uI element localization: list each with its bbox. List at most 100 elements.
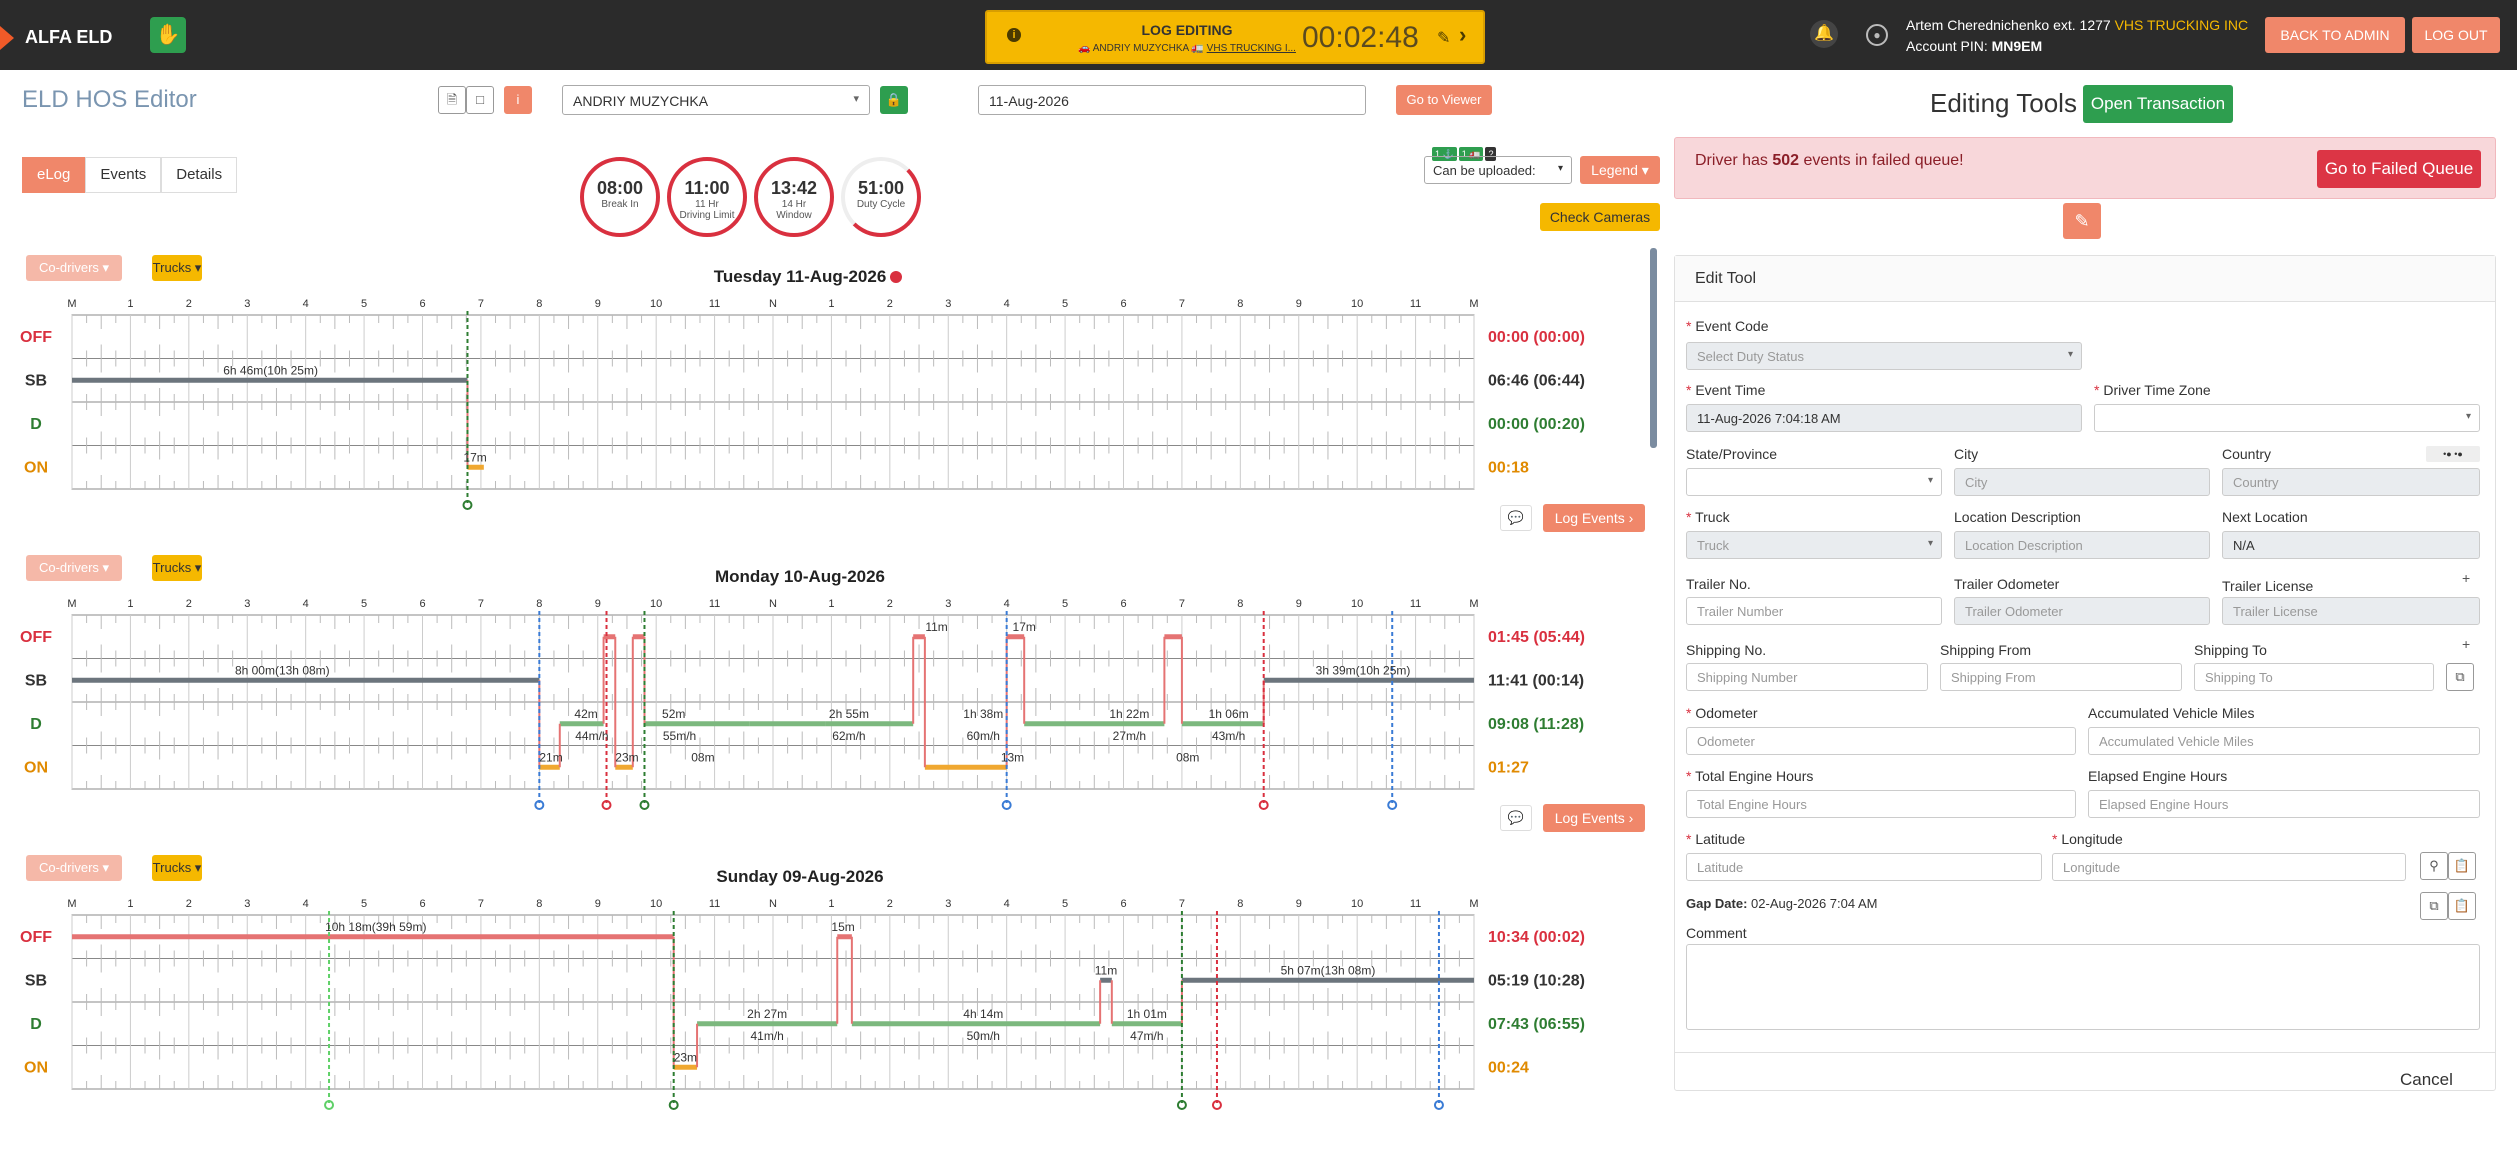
upload-select[interactable]: Can be uploaded: ▾ <box>1424 156 1572 184</box>
accumulated-miles-input[interactable]: Accumulated Vehicle Miles <box>2088 727 2480 755</box>
paste-icon[interactable]: 📋 <box>2448 892 2476 920</box>
duty-grid[interactable]: M 1 2 3 4 5 6 7 8 9 10 11 N 1 2 3 4 5 6 7 8 9 10 11 M OFF SB D ON 01:… <box>0 595 1650 865</box>
lock-icon[interactable]: 🔒 <box>880 86 908 114</box>
event-code-placeholder: Select Duty Status <box>1697 349 1804 364</box>
event-code-select[interactable]: Select Duty Status ▾ <box>1686 342 2082 370</box>
trailer-odometer-input[interactable]: Trailer Odometer <box>1954 597 2210 625</box>
hour-tick-label: 10 <box>650 298 662 310</box>
check-cameras-button[interactable]: Check Cameras <box>1540 203 1660 231</box>
open-transaction-button[interactable]: Open Transaction <box>2083 85 2233 123</box>
comment-icon[interactable]: 💬 <box>1500 805 1532 831</box>
row-label-on: ON <box>24 1059 48 1076</box>
hour-tick-label: 11 <box>1410 898 1421 910</box>
go-to-failed-queue-button[interactable]: Go to Failed Queue <box>2317 150 2481 188</box>
handshake-icon[interactable]: ✋ <box>150 17 186 53</box>
row-total: 06:46 (06:44) <box>1488 372 1585 389</box>
odometer-label: * Odometer <box>1686 705 1758 721</box>
clock-window-time: 13:42 <box>770 178 818 198</box>
tab-events[interactable]: Events <box>85 157 162 193</box>
log-events-button[interactable]: Log Events › <box>1543 804 1645 832</box>
log-editing-driver: 🚗 ANDRIY MUZYCHKA 🚛 <box>1078 43 1207 54</box>
clock-driving-label2: Driving Limit <box>679 210 735 221</box>
clock-window-label1: 14 Hr <box>781 199 807 210</box>
duration-label: 62m/h <box>832 729 865 743</box>
hour-tick-label: 11 <box>1410 298 1421 310</box>
date-input[interactable]: 11-Aug-2026 <box>978 85 1366 115</box>
log-events-button[interactable]: Log Events › <box>1543 504 1645 532</box>
map-pin-icon[interactable]: ⚲ <box>2420 852 2448 880</box>
hour-tick-label: 1 <box>828 898 834 910</box>
next-location-input[interactable]: N/A <box>2222 531 2480 559</box>
legend-button[interactable]: Legend ▾ <box>1580 156 1660 184</box>
comment-icon[interactable]: 💬 <box>1500 505 1532 531</box>
comment-textarea[interactable] <box>1686 944 2480 1030</box>
add-shipping-icon[interactable]: + <box>2462 636 2470 652</box>
back-to-admin-button[interactable]: BACK TO ADMIN <box>2265 17 2405 53</box>
country-input[interactable]: Country <box>2222 468 2480 496</box>
tab-elog[interactable]: eLog <box>22 157 86 193</box>
info-icon: i <box>1007 28 1021 42</box>
bell-icon[interactable]: 🔔 <box>1810 20 1838 48</box>
location-description-input[interactable]: Location Description <box>1954 531 2210 559</box>
row-total: 00:00 (00:00) <box>1488 329 1585 346</box>
day-title: Tuesday 11-Aug-2026 <box>713 267 887 286</box>
row-label-on: ON <box>24 459 48 476</box>
hour-tick-label: 2 <box>186 298 192 310</box>
location-description-label: Location Description <box>1954 509 2081 525</box>
alert-suffix: events in failed queue! <box>1799 152 1964 169</box>
event-time-input[interactable]: 11-Aug-2026 7:04:18 AM <box>1686 404 2082 432</box>
trailer-number-input[interactable]: Trailer Number <box>1686 597 1942 625</box>
paste-icon[interactable]: 📋 <box>2448 852 2476 880</box>
edit-tool-header: Edit Tool <box>1675 256 2495 302</box>
shipping-no-label: Shipping No. <box>1686 642 1767 658</box>
total-engine-hours-input[interactable]: Total Engine Hours <box>1686 790 2076 818</box>
hour-tick-label: 11 <box>709 298 720 310</box>
driver-select[interactable]: ANDRIY MUZYCHKA ▾ <box>562 85 870 115</box>
driver-tz-select[interactable]: ▾ <box>2094 404 2480 432</box>
info-button[interactable]: i <box>504 86 532 114</box>
shipping-number-input[interactable]: Shipping Number <box>1686 663 1928 691</box>
chevron-right-icon[interactable]: › <box>1459 22 1466 48</box>
odometer-input[interactable]: Odometer <box>1686 727 2076 755</box>
longitude-input[interactable]: Longitude <box>2052 853 2406 881</box>
latitude-input[interactable]: Latitude <box>1686 853 2042 881</box>
copy-icon[interactable]: ⧉ <box>2420 892 2448 920</box>
document-icon[interactable]: 🗎 <box>438 86 466 114</box>
user-company: VHS TRUCKING INC <box>2114 17 2249 33</box>
add-trailer-icon[interactable]: + <box>2462 570 2470 586</box>
logout-button[interactable]: LOG OUT <box>2412 17 2500 53</box>
row-total: 05:19 (10:28) <box>1488 972 1585 989</box>
scrollbar[interactable] <box>1650 248 1657 448</box>
duty-grid[interactable]: M 1 2 3 4 5 6 7 8 9 10 11 N 1 2 3 4 5 6 7 8 9 10 11 M OFF SB D ON 00:… <box>0 295 1650 565</box>
trailer-license-input[interactable]: Trailer License <box>2222 597 2480 625</box>
longitude-label: * Longitude <box>2052 831 2123 847</box>
hour-tick-label: M <box>67 298 76 310</box>
pencil-icon[interactable]: ✎ <box>2063 203 2101 239</box>
log-editing-company[interactable]: VHS TRUCKING I... <box>1207 43 1296 54</box>
hour-tick-label: 4 <box>303 298 309 310</box>
account-pin-value: MN9EM <box>1991 38 2043 54</box>
hour-tick-label: 4 <box>1004 898 1010 910</box>
row-label-sb: SB <box>25 372 47 389</box>
duty-grid[interactable]: M 1 2 3 4 5 6 7 8 9 10 11 N 1 2 3 4 5 6 7 8 9 10 11 M OFF SB D ON 10:… <box>0 895 1650 1165</box>
go-to-viewer-button[interactable]: Go to Viewer <box>1396 85 1492 115</box>
alert-count: 502 <box>1772 152 1800 169</box>
copy-icon[interactable]: ⧉ <box>2446 663 2474 691</box>
hour-tick-label: 6 <box>419 898 425 910</box>
elapsed-engine-hours-input[interactable]: Elapsed Engine Hours <box>2088 790 2480 818</box>
truck-select[interactable]: Truck ▾ <box>1686 531 1942 559</box>
tab-details[interactable]: Details <box>161 157 238 193</box>
day-log-panel: Co-drivers ▾ Trucks ▾ Monday 10-Aug-2026 M 1… <box>0 555 1650 845</box>
shipping-to-input[interactable]: Shipping To <box>2194 663 2434 691</box>
cancel-button[interactable]: Cancel <box>2400 1070 2453 1090</box>
legend-label: Legend <box>1591 162 1638 178</box>
edit-icon[interactable]: ✎ <box>1437 28 1450 48</box>
state-select[interactable]: ▾ <box>1686 468 1942 496</box>
city-input[interactable]: City <box>1954 468 2210 496</box>
hour-tick-label: 8 <box>536 298 542 310</box>
note-icon[interactable]: □ <box>466 86 494 114</box>
hour-tick-label: 8 <box>536 598 542 610</box>
shipping-from-input[interactable]: Shipping From <box>1940 663 2182 691</box>
map-pin-toggle-icon[interactable]: •● •● <box>2426 446 2480 462</box>
row-label-sb: SB <box>25 972 47 989</box>
